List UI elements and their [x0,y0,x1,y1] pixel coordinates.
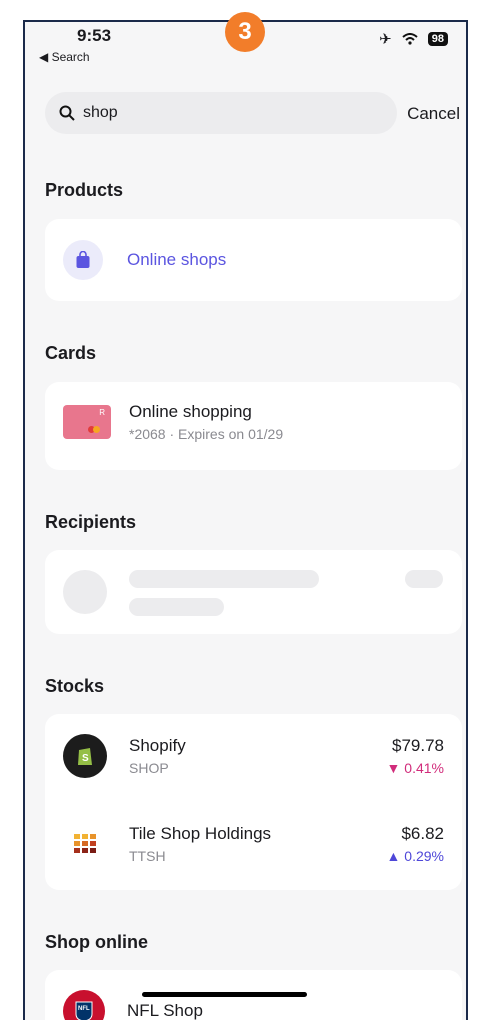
stock-ticker: SHOP [129,760,169,776]
stock-price-block: $6.82 ▲ 0.29% [387,824,444,864]
back-to-search-link[interactable]: ◀ Search [39,50,90,64]
card-online-shopping[interactable]: R Online shopping *2068 · Expires on 01/… [63,402,462,442]
stock-change: ▲ 0.29% [386,848,444,864]
stock-name: Shopify [129,736,186,755]
battery-indicator: 98 [427,32,448,46]
search-field[interactable]: shop [45,92,397,134]
status-time: 9:53 [77,26,112,45]
airplane-icon: ✈ [379,31,392,48]
shop-online-section-title: Shop online [45,932,148,952]
products-card: Online shops [45,219,462,301]
skeleton-line [405,570,443,588]
cancel-button[interactable]: Cancel [407,104,460,124]
magnifier-icon [59,105,75,121]
stock-price: $79.78 [392,736,444,755]
skeleton-avatar [63,570,107,614]
card-name: Online shopping [129,402,252,421]
stocks-section-title: Stocks [45,676,105,696]
product-online-shops[interactable]: Online shops [63,240,462,280]
search-input[interactable]: shop [83,104,118,122]
recipients-loading-card [45,550,462,634]
stock-row-tile-shop[interactable]: Tile Shop Holdings TTSH $6.82 ▲ 0.29% [63,822,462,866]
home-indicator[interactable] [142,992,307,997]
shop-name: NFL Shop [127,1001,203,1020]
stock-name: Tile Shop Holdings [129,824,272,843]
svg-text:NFL: NFL [78,1006,90,1012]
card-detail: *2068 · Expires on 01/29 [129,426,284,442]
shopify-logo-icon: S [63,734,107,778]
recipients-section-title: Recipients [45,512,137,532]
product-label: Online shops [127,250,227,269]
stock-row-shopify[interactable]: S Shopify SHOP $79.78 ▼ 0.41% [63,734,462,778]
tile-shop-logo-icon [63,822,107,866]
skeleton-line [129,598,224,616]
shopping-bag-icon [63,240,103,280]
nfl-logo-icon: NFL [63,990,105,1020]
stock-change: ▼ 0.41% [386,760,444,776]
step-number-badge: 3 [225,12,265,52]
svg-text:S: S [82,753,89,764]
products-section-title: Products [45,180,124,200]
status-icons: ✈ 98 [379,30,448,48]
virtual-card-icon: R [63,405,111,439]
stocks-card: S Shopify SHOP $79.78 ▼ 0.41% Tile Shop … [45,714,462,890]
cards-section-title: Cards [45,343,97,363]
cards-card: R Online shopping *2068 · Expires on 01/… [45,382,462,470]
stock-price-block: $79.78 ▼ 0.41% [387,736,444,776]
stock-price: $6.82 [401,824,444,843]
stock-ticker: TTSH [129,848,166,864]
wifi-icon [402,33,418,45]
skeleton-line [129,570,319,588]
phone-screen: 9:53 ◀ Search ✈ 98 shop Cancel Products … [23,20,468,1020]
